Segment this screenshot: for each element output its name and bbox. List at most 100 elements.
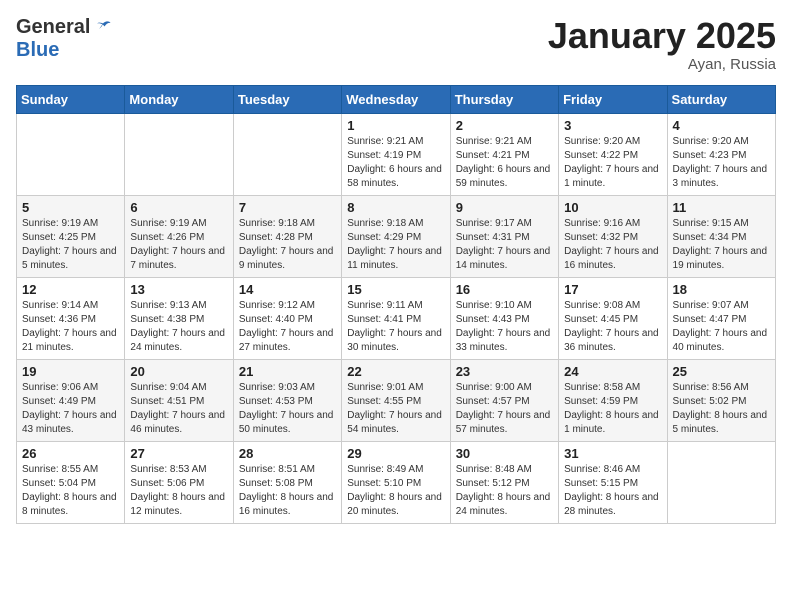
day-number: 24 bbox=[564, 364, 661, 379]
page-header: General Blue January 2025 Ayan, Russia bbox=[16, 16, 776, 73]
day-number: 28 bbox=[239, 446, 336, 461]
day-number: 10 bbox=[564, 200, 661, 215]
day-info: Sunrise: 8:58 AMSunset: 4:59 PMDaylight:… bbox=[564, 381, 661, 437]
day-info: Sunrise: 8:51 AMSunset: 5:08 PMDaylight:… bbox=[239, 463, 336, 519]
day-info: Sunrise: 9:08 AMSunset: 4:45 PMDaylight:… bbox=[564, 299, 661, 355]
day-number: 16 bbox=[456, 282, 553, 297]
day-info: Sunrise: 8:46 AMSunset: 5:15 PMDaylight:… bbox=[564, 463, 661, 519]
day-number: 30 bbox=[456, 446, 553, 461]
calendar-cell: 1 Sunrise: 9:21 AMSunset: 4:19 PMDaylight… bbox=[342, 113, 450, 195]
weekday-header-tuesday: Tuesday bbox=[233, 85, 341, 113]
day-number: 22 bbox=[347, 364, 444, 379]
weekday-header-row: SundayMondayTuesdayWednesdayThursdayFrid… bbox=[17, 85, 776, 113]
day-number: 25 bbox=[673, 364, 770, 379]
day-number: 23 bbox=[456, 364, 553, 379]
calendar-cell: 31 Sunrise: 8:46 AMSunset: 5:15 PMDayligh… bbox=[559, 441, 667, 523]
week-row-4: 19Sunrise: 9:06 AMSunset: 4:49 PMDayligh… bbox=[17, 359, 776, 441]
day-number: 14 bbox=[239, 282, 336, 297]
calendar-cell: 19Sunrise: 9:06 AMSunset: 4:49 PMDayligh… bbox=[17, 359, 125, 441]
calendar-cell bbox=[125, 113, 233, 195]
day-info: Sunrise: 9:19 AMSunset: 4:25 PMDaylight:… bbox=[22, 217, 119, 273]
calendar-cell: 20Sunrise: 9:04 AMSunset: 4:51 PMDayligh… bbox=[125, 359, 233, 441]
weekday-header-friday: Friday bbox=[559, 85, 667, 113]
day-number: 18 bbox=[673, 282, 770, 297]
calendar-cell: 17Sunrise: 9:08 AMSunset: 4:45 PMDayligh… bbox=[559, 277, 667, 359]
day-info: Sunrise: 9:07 AMSunset: 4:47 PMDaylight:… bbox=[673, 299, 770, 355]
day-number: 20 bbox=[130, 364, 227, 379]
day-info: Sunrise: 9:18 AMSunset: 4:28 PMDaylight:… bbox=[239, 217, 336, 273]
week-row-3: 12 Sunrise: 9:14 AMSunset: 4:36 PMDayligh… bbox=[17, 277, 776, 359]
day-info: Sunrise: 9:03 AMSunset: 4:53 PMDaylight:… bbox=[239, 381, 336, 437]
day-info: Sunrise: 8:55 AMSunset: 5:04 PMDaylight:… bbox=[22, 463, 119, 519]
week-row-2: 5 Sunrise: 9:19 AMSunset: 4:25 PMDaylight… bbox=[17, 195, 776, 277]
day-number: 26 bbox=[22, 446, 119, 461]
day-number: 5 bbox=[22, 200, 119, 215]
day-number: 21 bbox=[239, 364, 336, 379]
day-info: Sunrise: 9:00 AMSunset: 4:57 PMDaylight:… bbox=[456, 381, 553, 437]
calendar-cell: 23 Sunrise: 9:00 AMSunset: 4:57 PMDayligh… bbox=[450, 359, 558, 441]
calendar-cell: 25Sunrise: 8:56 AMSunset: 5:02 PMDayligh… bbox=[667, 359, 775, 441]
day-info: Sunrise: 9:01 AMSunset: 4:55 PMDaylight:… bbox=[347, 381, 444, 437]
weekday-header-wednesday: Wednesday bbox=[342, 85, 450, 113]
logo-general-text: General bbox=[16, 16, 90, 39]
weekday-header-monday: Monday bbox=[125, 85, 233, 113]
day-number: 13 bbox=[130, 282, 227, 297]
calendar-cell: 15Sunrise: 9:11 AMSunset: 4:41 PMDayligh… bbox=[342, 277, 450, 359]
day-info: Sunrise: 8:49 AMSunset: 5:10 PMDaylight:… bbox=[347, 463, 444, 519]
day-number: 8 bbox=[347, 200, 444, 215]
day-number: 9 bbox=[456, 200, 553, 215]
day-info: Sunrise: 9:18 AMSunset: 4:29 PMDaylight:… bbox=[347, 217, 444, 273]
week-row-1: 1 Sunrise: 9:21 AMSunset: 4:19 PMDaylight… bbox=[17, 113, 776, 195]
calendar-cell: 28 Sunrise: 8:51 AMSunset: 5:08 PMDayligh… bbox=[233, 441, 341, 523]
day-number: 7 bbox=[239, 200, 336, 215]
weekday-header-thursday: Thursday bbox=[450, 85, 558, 113]
calendar-cell: 8 Sunrise: 9:18 AMSunset: 4:29 PMDaylight… bbox=[342, 195, 450, 277]
calendar-cell: 26 Sunrise: 8:55 AMSunset: 5:04 PMDayligh… bbox=[17, 441, 125, 523]
calendar-cell: 10 Sunrise: 9:16 AMSunset: 4:32 PMDayligh… bbox=[559, 195, 667, 277]
week-row-5: 26 Sunrise: 8:55 AMSunset: 5:04 PMDayligh… bbox=[17, 441, 776, 523]
location-text: Ayan, Russia bbox=[548, 56, 776, 73]
calendar-cell: 5 Sunrise: 9:19 AMSunset: 4:25 PMDaylight… bbox=[17, 195, 125, 277]
day-info: Sunrise: 9:13 AMSunset: 4:38 PMDaylight:… bbox=[130, 299, 227, 355]
calendar-cell: 29Sunrise: 8:49 AMSunset: 5:10 PMDayligh… bbox=[342, 441, 450, 523]
day-info: Sunrise: 9:21 AMSunset: 4:19 PMDaylight:… bbox=[347, 135, 444, 191]
calendar-cell: 11 Sunrise: 9:15 AMSunset: 4:34 PMDayligh… bbox=[667, 195, 775, 277]
calendar-cell: 24 Sunrise: 8:58 AMSunset: 4:59 PMDayligh… bbox=[559, 359, 667, 441]
calendar-cell: 6Sunrise: 9:19 AMSunset: 4:26 PMDaylight… bbox=[125, 195, 233, 277]
day-number: 2 bbox=[456, 118, 553, 133]
day-number: 4 bbox=[673, 118, 770, 133]
logo-bird-icon bbox=[94, 19, 112, 37]
day-info: Sunrise: 9:20 AMSunset: 4:22 PMDaylight:… bbox=[564, 135, 661, 191]
day-number: 12 bbox=[22, 282, 119, 297]
day-info: Sunrise: 8:53 AMSunset: 5:06 PMDaylight:… bbox=[130, 463, 227, 519]
day-number: 3 bbox=[564, 118, 661, 133]
calendar-cell: 21 Sunrise: 9:03 AMSunset: 4:53 PMDayligh… bbox=[233, 359, 341, 441]
calendar-cell: 13 Sunrise: 9:13 AMSunset: 4:38 PMDayligh… bbox=[125, 277, 233, 359]
weekday-header-saturday: Saturday bbox=[667, 85, 775, 113]
day-info: Sunrise: 9:20 AMSunset: 4:23 PMDaylight:… bbox=[673, 135, 770, 191]
day-info: Sunrise: 9:17 AMSunset: 4:31 PMDaylight:… bbox=[456, 217, 553, 273]
day-number: 31 bbox=[564, 446, 661, 461]
calendar-cell: 30 Sunrise: 8:48 AMSunset: 5:12 PMDayligh… bbox=[450, 441, 558, 523]
calendar-cell: 4 Sunrise: 9:20 AMSunset: 4:23 PMDaylight… bbox=[667, 113, 775, 195]
day-info: Sunrise: 9:12 AMSunset: 4:40 PMDaylight:… bbox=[239, 299, 336, 355]
day-info: Sunrise: 9:21 AMSunset: 4:21 PMDaylight:… bbox=[456, 135, 553, 191]
logo-blue-text: Blue bbox=[16, 39, 59, 62]
day-number: 11 bbox=[673, 200, 770, 215]
calendar-cell: 7 Sunrise: 9:18 AMSunset: 4:28 PMDaylight… bbox=[233, 195, 341, 277]
day-info: Sunrise: 9:15 AMSunset: 4:34 PMDaylight:… bbox=[673, 217, 770, 273]
calendar-cell: 12 Sunrise: 9:14 AMSunset: 4:36 PMDayligh… bbox=[17, 277, 125, 359]
calendar-cell: 2 Sunrise: 9:21 AMSunset: 4:21 PMDaylight… bbox=[450, 113, 558, 195]
day-info: Sunrise: 9:14 AMSunset: 4:36 PMDaylight:… bbox=[22, 299, 119, 355]
day-number: 15 bbox=[347, 282, 444, 297]
month-title: January 2025 bbox=[548, 16, 776, 56]
day-info: Sunrise: 8:48 AMSunset: 5:12 PMDaylight:… bbox=[456, 463, 553, 519]
calendar-cell bbox=[17, 113, 125, 195]
title-section: January 2025 Ayan, Russia bbox=[548, 16, 776, 73]
calendar-cell: 14 Sunrise: 9:12 AMSunset: 4:40 PMDayligh… bbox=[233, 277, 341, 359]
day-info: Sunrise: 9:16 AMSunset: 4:32 PMDaylight:… bbox=[564, 217, 661, 273]
calendar-cell: 22 Sunrise: 9:01 AMSunset: 4:55 PMDayligh… bbox=[342, 359, 450, 441]
day-number: 19 bbox=[22, 364, 119, 379]
calendar-cell: 3 Sunrise: 9:20 AMSunset: 4:22 PMDaylight… bbox=[559, 113, 667, 195]
day-number: 1 bbox=[347, 118, 444, 133]
